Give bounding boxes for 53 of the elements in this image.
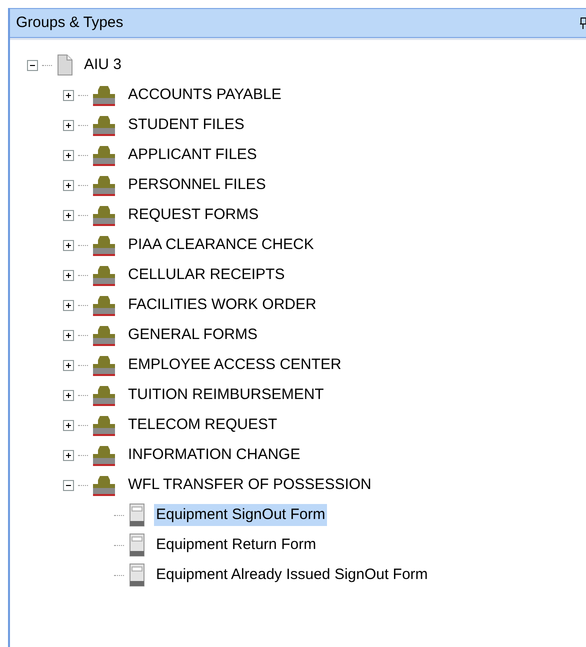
folder-stack-icon bbox=[92, 144, 118, 166]
tree-item[interactable]: ACCOUNTS PAYABLE bbox=[126, 84, 284, 106]
tree-item[interactable]: TELECOM REQUEST bbox=[126, 414, 280, 436]
tree-item[interactable]: PIAA CLEARANCE CHECK bbox=[126, 234, 316, 256]
expand-toggle[interactable] bbox=[62, 300, 74, 310]
tree-item[interactable]: EMPLOYEE ACCESS CENTER bbox=[126, 354, 344, 376]
expand-toggle[interactable] bbox=[62, 270, 74, 280]
tree-item[interactable]: PERSONNEL FILES bbox=[126, 174, 268, 196]
tree-item[interactable]: INFORMATION CHANGE bbox=[126, 444, 302, 466]
expand-toggle[interactable] bbox=[62, 90, 74, 100]
expand-toggle[interactable] bbox=[62, 390, 74, 400]
folder-stack-icon bbox=[92, 414, 118, 436]
tree-item[interactable]: WFL TRANSFER OF POSSESSION bbox=[126, 474, 374, 496]
tree-item[interactable]: TUITION REIMBURSEMENT bbox=[126, 384, 326, 406]
folder-stack-icon bbox=[92, 234, 118, 256]
folder-stack-icon bbox=[92, 174, 118, 196]
folder-stack-icon bbox=[92, 444, 118, 466]
tree-item[interactable]: GENERAL FORMS bbox=[126, 324, 260, 346]
form-icon bbox=[128, 503, 146, 527]
pin-icon[interactable] bbox=[580, 17, 586, 29]
expand-toggle[interactable] bbox=[62, 150, 74, 160]
tree-item[interactable]: CELLULAR RECEIPTS bbox=[126, 264, 287, 286]
folder-stack-icon bbox=[92, 354, 118, 376]
expand-toggle[interactable] bbox=[62, 450, 74, 460]
folder-stack-icon bbox=[92, 474, 118, 496]
document-icon bbox=[56, 54, 74, 76]
folder-stack-icon bbox=[92, 384, 118, 406]
tree-item[interactable]: APPLICANT FILES bbox=[126, 144, 259, 166]
tree-item[interactable]: Equipment SignOut Form bbox=[154, 504, 328, 526]
folder-stack-icon bbox=[92, 324, 118, 346]
expand-toggle[interactable] bbox=[62, 120, 74, 130]
form-icon bbox=[128, 563, 146, 587]
tree-item[interactable]: FACILITIES WORK ORDER bbox=[126, 294, 318, 316]
tree-item[interactable]: AIU 3 bbox=[82, 54, 124, 76]
expand-toggle[interactable] bbox=[62, 210, 74, 220]
collapse-toggle[interactable] bbox=[62, 480, 74, 490]
panel-title: Groups & Types bbox=[16, 12, 124, 33]
expand-toggle[interactable] bbox=[62, 330, 74, 340]
folder-stack-icon bbox=[92, 84, 118, 106]
form-icon bbox=[128, 533, 146, 557]
folder-stack-icon bbox=[92, 204, 118, 226]
tree-item[interactable]: STUDENT FILES bbox=[126, 114, 246, 136]
expand-toggle[interactable] bbox=[62, 180, 74, 190]
expand-toggle[interactable] bbox=[62, 240, 74, 250]
tree-item[interactable]: Equipment Already Issued SignOut Form bbox=[154, 564, 430, 586]
tree-item[interactable]: REQUEST FORMS bbox=[126, 204, 261, 226]
folder-stack-icon bbox=[92, 114, 118, 136]
expand-toggle[interactable] bbox=[62, 360, 74, 370]
tree-item[interactable]: Equipment Return Form bbox=[154, 534, 318, 556]
folder-stack-icon bbox=[92, 294, 118, 316]
collapse-toggle[interactable] bbox=[26, 60, 38, 70]
folder-stack-icon bbox=[92, 264, 118, 286]
expand-toggle[interactable] bbox=[62, 420, 74, 430]
